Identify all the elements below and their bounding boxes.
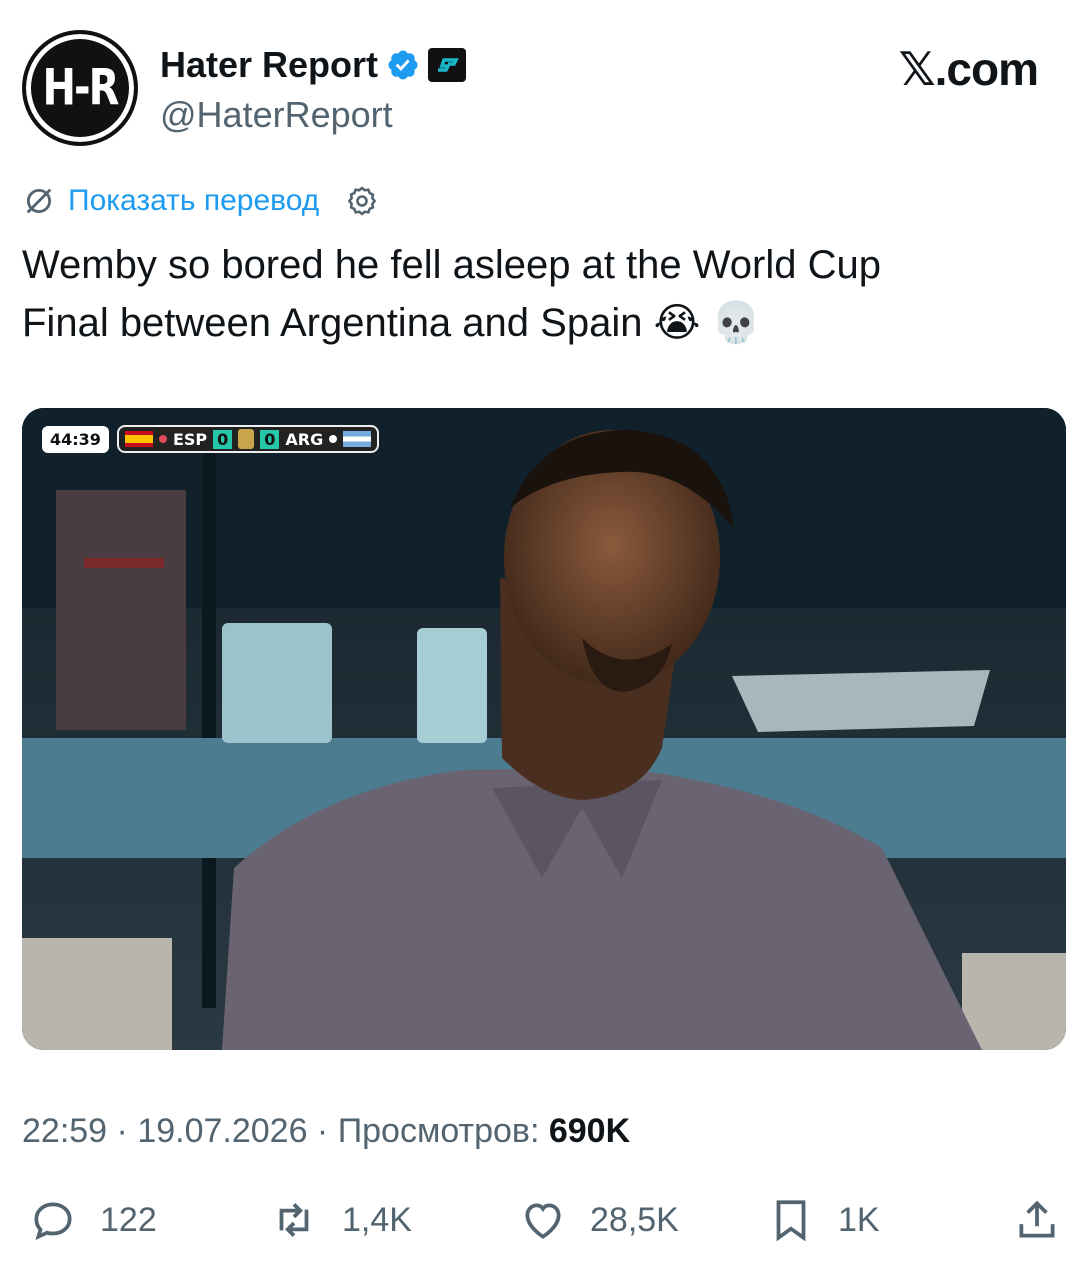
- like-count: 28,5K: [590, 1200, 679, 1239]
- translate-slash-icon: [26, 188, 52, 214]
- tweet-text: Wemby so bored he fell asleep at the Wor…: [22, 236, 1062, 352]
- share-button[interactable]: [1012, 1190, 1062, 1250]
- meta-separator: ·: [107, 1112, 138, 1150]
- repost-icon: [279, 1203, 309, 1237]
- trophy-icon: [238, 429, 255, 449]
- translate-link[interactable]: Показать перевод: [22, 184, 379, 218]
- affiliate-badge-icon[interactable]: [428, 48, 467, 82]
- team-dot-icon: [329, 435, 338, 443]
- meta-separator: ·: [307, 1112, 338, 1150]
- translate-label[interactable]: Показать перевод: [68, 184, 319, 218]
- argentina-flag-icon: [343, 431, 372, 447]
- display-name[interactable]: Hater Report: [160, 44, 378, 86]
- bookmark-count: 1K: [838, 1200, 880, 1239]
- team2-code: ARG: [285, 429, 324, 449]
- tweet-text-line: Wemby so bored he fell asleep at the Wor…: [22, 243, 881, 287]
- scoreboard: 44:39 ESP 0 0 ARG: [42, 424, 380, 454]
- reply-button[interactable]: 122: [28, 1190, 157, 1250]
- heart-icon: [525, 1203, 561, 1239]
- tweet-meta: 22:59 · 19.07.2026 · Просмотров: 690K: [22, 1112, 630, 1151]
- spain-flag-icon: [124, 431, 153, 447]
- site-label: 𝕏.com: [898, 43, 1039, 95]
- photo-illustration: [22, 408, 1066, 1050]
- avatar-text: H-R: [42, 59, 120, 117]
- team2-score: 0: [260, 429, 280, 449]
- repost-button[interactable]: 1,4K: [268, 1190, 412, 1250]
- match-clock: 44:39: [42, 425, 109, 453]
- team1-score: 0: [213, 429, 233, 449]
- like-button[interactable]: 28,5K: [518, 1190, 679, 1250]
- tweet-date[interactable]: 19.07.2026: [137, 1112, 307, 1150]
- reply-count: 122: [100, 1200, 157, 1239]
- gear-icon[interactable]: [345, 184, 379, 218]
- handle[interactable]: @HaterReport: [160, 94, 393, 136]
- views-count: 690K: [548, 1112, 631, 1150]
- bookmark-icon: [776, 1200, 806, 1242]
- reply-icon: [34, 1202, 72, 1241]
- tweet-media-photo[interactable]: 44:39 ESP 0 0 ARG: [22, 408, 1066, 1050]
- tweet-text-line: Final between Argentina and Spain 😭 💀: [22, 301, 762, 345]
- action-bar: 122 1,4K 28,5K 1K: [22, 1190, 1066, 1250]
- avatar[interactable]: H-R: [22, 30, 138, 146]
- verified-badge-icon[interactable]: [386, 48, 420, 82]
- name-row: Hater Report: [160, 44, 467, 86]
- bookmark-button[interactable]: 1K: [766, 1190, 880, 1250]
- tweet-header: H-R Hater Report @HaterReport 𝕏.com: [22, 30, 1066, 150]
- team-dot-icon: [158, 435, 167, 443]
- share-icon: [1019, 1200, 1055, 1238]
- repost-count: 1,4K: [342, 1200, 412, 1239]
- tweet-time[interactable]: 22:59: [22, 1112, 107, 1150]
- team1-code: ESP: [172, 429, 208, 449]
- views-label: Просмотров:: [337, 1112, 549, 1150]
